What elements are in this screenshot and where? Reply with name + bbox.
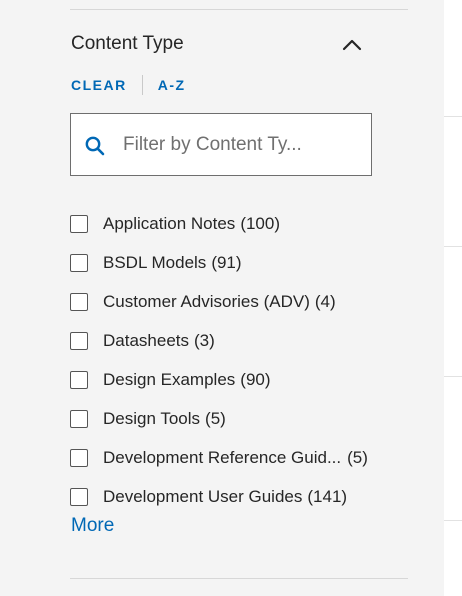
option-label: Customer Advisories (ADV) [103, 292, 310, 312]
content-type-options: Application Notes (100) BSDL Models (91)… [70, 205, 368, 516]
chevron-up-icon [342, 39, 362, 51]
filter-search-box [70, 113, 372, 176]
option-label: Design Examples [103, 370, 236, 389]
option-count: (5) [205, 408, 226, 428]
filter-actions: CLEAR A-Z [71, 75, 186, 95]
option-datasheets[interactable]: Datasheets (3) [70, 322, 368, 361]
option-count: (3) [194, 331, 215, 351]
option-development-user-guides[interactable]: Development User Guides (141) [70, 477, 368, 516]
option-label: Development User Guides [103, 486, 303, 506]
option-count: (90) [240, 370, 271, 389]
collapse-section-button[interactable] [340, 36, 364, 54]
checkbox[interactable] [70, 487, 88, 506]
option-count: (141) [307, 486, 348, 506]
option-label: Design Tools [103, 408, 201, 428]
adjacent-panel-divider [444, 520, 462, 521]
option-design-tools[interactable]: Design Tools (5) [70, 399, 368, 438]
option-development-reference-guides[interactable]: Development Reference Guid... (5) [70, 438, 368, 477]
option-customer-advisories[interactable]: Customer Advisories (ADV) (4) [70, 283, 368, 322]
adjacent-panel-divider [444, 116, 462, 117]
option-label: Development Reference Guid... [103, 447, 342, 467]
adjacent-panel-divider [444, 376, 462, 377]
option-count: (4) [314, 292, 336, 312]
clear-button[interactable]: CLEAR [71, 77, 127, 93]
adjacent-content-panel [444, 0, 462, 596]
actions-separator [141, 75, 143, 95]
option-count: (5) [347, 447, 368, 467]
option-label: BSDL Models [103, 253, 207, 273]
checkbox[interactable] [70, 215, 88, 234]
option-label: Datasheets [103, 331, 189, 351]
section-divider-bottom [70, 578, 408, 579]
option-bsdl-models[interactable]: BSDL Models (91) [70, 244, 368, 283]
option-design-examples[interactable]: Design Examples (90) [70, 361, 368, 400]
filter-section-title: Content Type [71, 33, 184, 54]
search-icon [85, 136, 105, 156]
section-divider-top [70, 9, 408, 10]
checkbox[interactable] [70, 448, 88, 467]
checkbox[interactable] [70, 371, 88, 389]
more-link[interactable]: More [71, 515, 114, 537]
option-label: Application Notes [103, 214, 236, 234]
checkbox[interactable] [70, 409, 88, 428]
option-count: (100) [240, 214, 280, 234]
option-application-notes[interactable]: Application Notes (100) [70, 205, 368, 244]
filter-search-input[interactable] [123, 130, 359, 160]
sort-az-button[interactable]: A-Z [158, 77, 186, 93]
adjacent-panel-divider [444, 246, 462, 247]
option-count: (91) [211, 253, 242, 273]
checkbox[interactable] [70, 332, 88, 351]
checkbox[interactable] [70, 254, 88, 273]
checkbox[interactable] [70, 293, 88, 312]
